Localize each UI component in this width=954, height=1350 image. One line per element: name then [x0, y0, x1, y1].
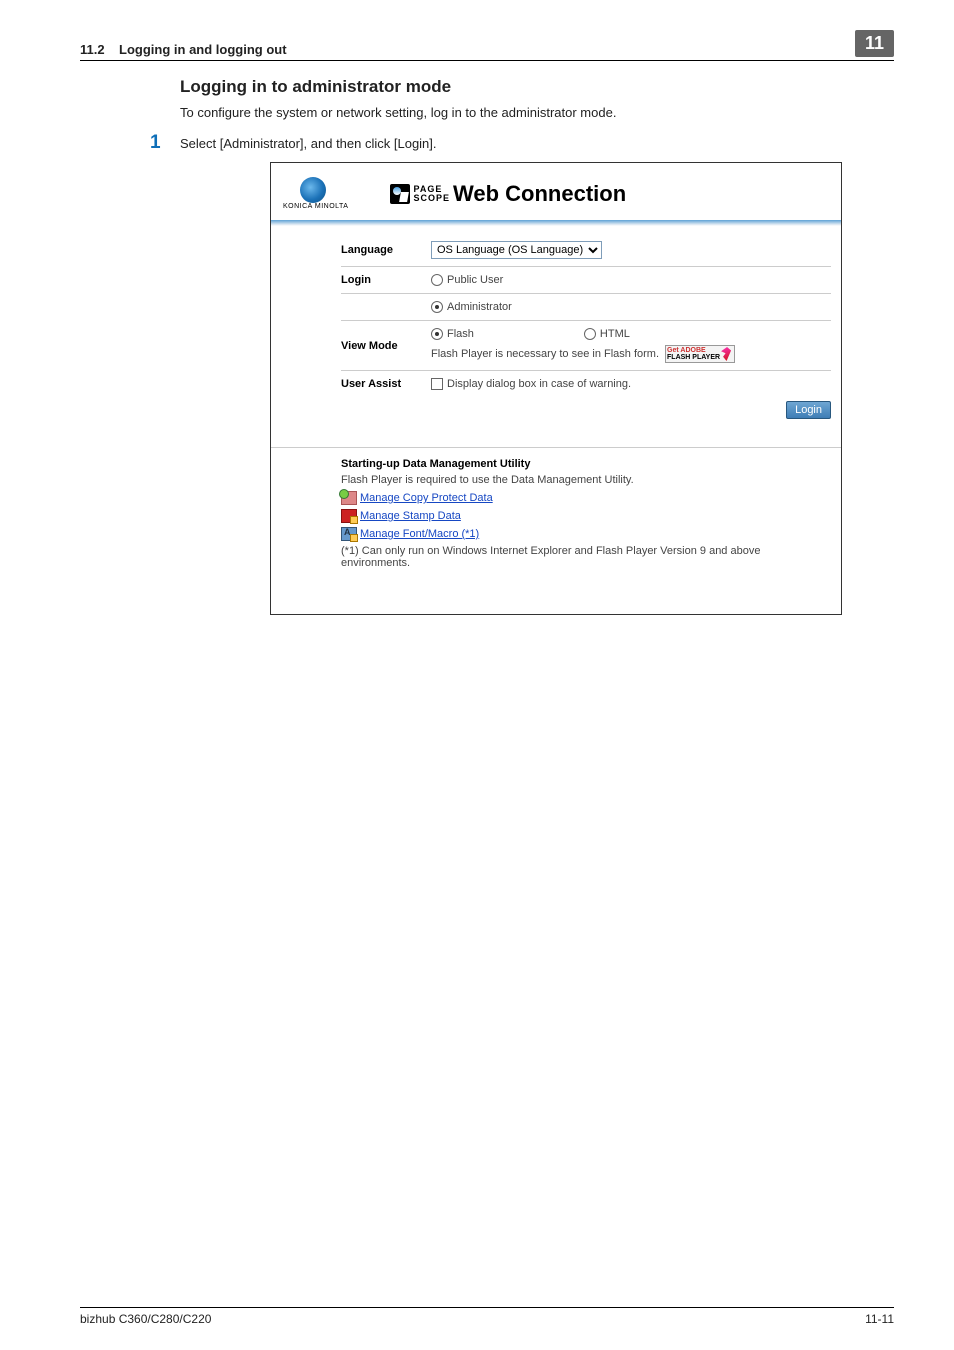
checkbox-display-dialog[interactable]	[431, 378, 443, 390]
pagescope-prefix: PAGE SCOPE	[413, 185, 450, 203]
row-login-admin: Administrator	[341, 293, 831, 320]
dmu-note: (*1) Can only run on Windows Internet Ex…	[341, 545, 831, 569]
page-footer: bizhub C360/C280/C220 11-11	[80, 1307, 894, 1326]
radio-public-user[interactable]	[431, 274, 443, 286]
dmu-title: Starting-up Data Management Utility	[341, 458, 831, 470]
chapter-tab: 11	[855, 30, 894, 57]
viewmode-hint: Flash Player is necessary to see in Flas…	[431, 348, 659, 360]
link-manage-font-macro[interactable]: Manage Font/Macro (*1)	[341, 527, 479, 541]
label-language: Language	[341, 244, 431, 256]
footer-model: bizhub C360/C280/C220	[80, 1312, 211, 1326]
radio-administrator-label: Administrator	[447, 301, 512, 313]
checkbox-display-dialog-label: Display dialog box in case of warning.	[447, 378, 631, 390]
km-globe-icon	[300, 177, 326, 203]
intro-text: To configure the system or network setti…	[180, 105, 894, 120]
pagescope-logo: PAGE SCOPE Web Connection	[390, 181, 626, 207]
header-section-num: 11.2	[80, 42, 105, 57]
get-flash-badge[interactable]: Get ADOBE FLASH PLAYER	[665, 345, 735, 363]
step-instruction: Select [Administrator], and then click […	[180, 132, 437, 151]
flash-feather-icon	[721, 347, 731, 361]
row-viewmode: View Mode Flash HTML Flash Player is nec…	[341, 320, 831, 370]
pagescope-icon	[390, 184, 410, 204]
step-1: 1 Select [Administrator], and then click…	[150, 132, 894, 154]
radio-html[interactable]	[584, 328, 596, 340]
logo-bar: KONICA MINOLTA PAGE SCOPE Web Connection	[271, 163, 841, 220]
radio-administrator[interactable]	[431, 301, 443, 313]
radio-flash-label: Flash	[447, 328, 474, 340]
link-manage-copy-protect[interactable]: Manage Copy Protect Data	[341, 491, 493, 505]
radio-html-label: HTML	[600, 328, 630, 340]
row-language: Language OS Language (OS Language)	[341, 234, 831, 266]
step-number: 1	[150, 132, 180, 154]
divider	[271, 447, 841, 448]
row-userassist: User Assist Display dialog box in case o…	[341, 370, 831, 397]
radio-public-user-label: Public User	[447, 274, 503, 286]
header-section-title: Logging in and logging out	[119, 42, 287, 57]
login-button[interactable]: Login	[786, 401, 831, 419]
footer-page-num: 11-11	[865, 1312, 894, 1326]
copy-protect-icon	[341, 491, 357, 505]
radio-flash[interactable]	[431, 328, 443, 340]
label-viewmode: View Mode	[341, 340, 431, 352]
dmu-subtitle: Flash Player is required to use the Data…	[341, 474, 831, 486]
data-management-utility: Starting-up Data Management Utility Flas…	[271, 458, 841, 614]
font-macro-icon	[341, 527, 357, 541]
label-login: Login	[341, 274, 431, 286]
running-header: 11.2 Logging in and logging out 11	[80, 30, 894, 61]
row-login-public: Login Public User	[341, 266, 831, 293]
km-brand-text: KONICA MINOLTA	[283, 203, 348, 210]
konica-minolta-logo: KONICA MINOLTA	[283, 177, 348, 210]
stamp-icon	[341, 509, 357, 523]
language-select[interactable]: OS Language (OS Language)	[431, 241, 602, 259]
link-manage-stamp[interactable]: Manage Stamp Data	[341, 509, 461, 523]
heading-admin-login: Logging in to administrator mode	[180, 77, 894, 97]
pagescope-title: Web Connection	[453, 181, 626, 207]
screenshot-webconnection: KONICA MINOLTA PAGE SCOPE Web Connection…	[270, 162, 842, 615]
label-userassist: User Assist	[341, 378, 431, 390]
